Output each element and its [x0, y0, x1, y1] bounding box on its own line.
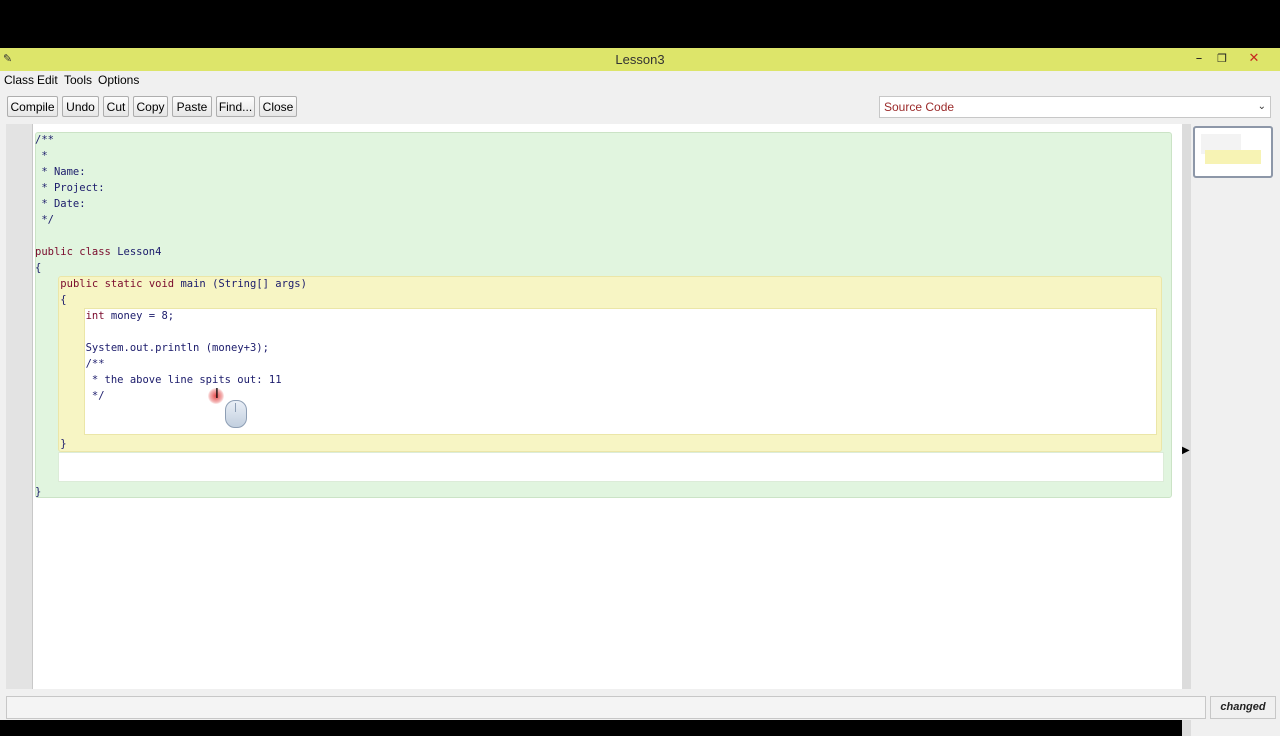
status-bar: changed — [0, 689, 1280, 720]
code-line[interactable]: * Name: — [35, 164, 85, 180]
menu-class[interactable]: Class — [4, 73, 34, 87]
code-line[interactable]: public static void main (String[] args) — [35, 276, 307, 292]
paste-button[interactable]: Paste — [172, 96, 212, 117]
editor-gutter: /** * * Name: * Project: * Date: */ publi… — [6, 124, 1189, 689]
window-title: Lesson3 — [615, 52, 665, 67]
code-line[interactable]: System.out.println (money+3); — [35, 340, 269, 356]
code-line[interactable]: } — [35, 436, 66, 452]
find-button[interactable]: Find... — [216, 96, 255, 117]
thumb-method-region — [1205, 150, 1261, 164]
view-selector-value: Source Code — [884, 100, 955, 114]
menu-tools[interactable]: Tools — [64, 73, 92, 87]
code-line[interactable]: * — [35, 148, 47, 164]
chevron-down-icon: ⌄ — [1257, 101, 1266, 112]
code-line[interactable]: * Project: — [35, 180, 104, 196]
cut-button[interactable]: Cut — [103, 96, 129, 117]
code-line[interactable]: { — [35, 260, 41, 276]
collapse-arrow-icon[interactable]: ▶ — [1182, 445, 1190, 456]
code-line[interactable]: * the above line spits out: 11 — [35, 372, 282, 388]
code-line[interactable]: /** — [35, 132, 54, 148]
text-cursor-icon: I — [215, 387, 219, 402]
copy-button[interactable]: Copy — [133, 96, 168, 117]
menu-bar: Class Edit Tools Options — [0, 71, 1280, 90]
status-message — [6, 696, 1206, 719]
code-line[interactable]: public class Lesson4 — [35, 244, 161, 260]
code-line[interactable]: * Date: — [35, 196, 85, 212]
code-line[interactable]: */ — [35, 212, 54, 228]
source-editor[interactable]: /** * * Name: * Project: * Date: */ publi… — [32, 124, 1189, 689]
bluej-editor-window: ✎ Lesson3 – ❐ ✕ Class Edit Tools Options… — [0, 48, 1280, 736]
code-line[interactable]: } — [35, 484, 41, 500]
code-line[interactable]: int money = 8; — [35, 308, 175, 324]
view-selector-dropdown[interactable]: Source Code ⌄ — [879, 96, 1271, 118]
code-line[interactable]: /** — [35, 356, 105, 372]
status-changed-label: changed — [1210, 696, 1276, 719]
restore-button[interactable]: ❐ — [1209, 48, 1235, 70]
class-body-scope — [58, 452, 1164, 482]
navview-thumbnail[interactable] — [1193, 126, 1273, 178]
mouse-click-icon — [225, 400, 247, 428]
close-button[interactable]: Close — [259, 96, 297, 117]
code-line[interactable]: { — [35, 292, 66, 308]
close-window-button[interactable]: ✕ — [1241, 48, 1267, 70]
navigation-view[interactable] — [1191, 124, 1280, 736]
menu-options[interactable]: Options — [98, 73, 139, 87]
undo-button[interactable]: Undo — [62, 96, 99, 117]
toolbar: Compile Undo Cut Copy Paste Find... Clos… — [0, 94, 1280, 124]
menu-edit[interactable]: Edit — [37, 73, 58, 87]
compile-button[interactable]: Compile — [7, 96, 58, 117]
code-line[interactable]: */ — [35, 388, 105, 404]
title-bar: ✎ Lesson3 – ❐ ✕ — [0, 48, 1280, 71]
navview-splitter[interactable]: ▶ — [1182, 124, 1191, 736]
